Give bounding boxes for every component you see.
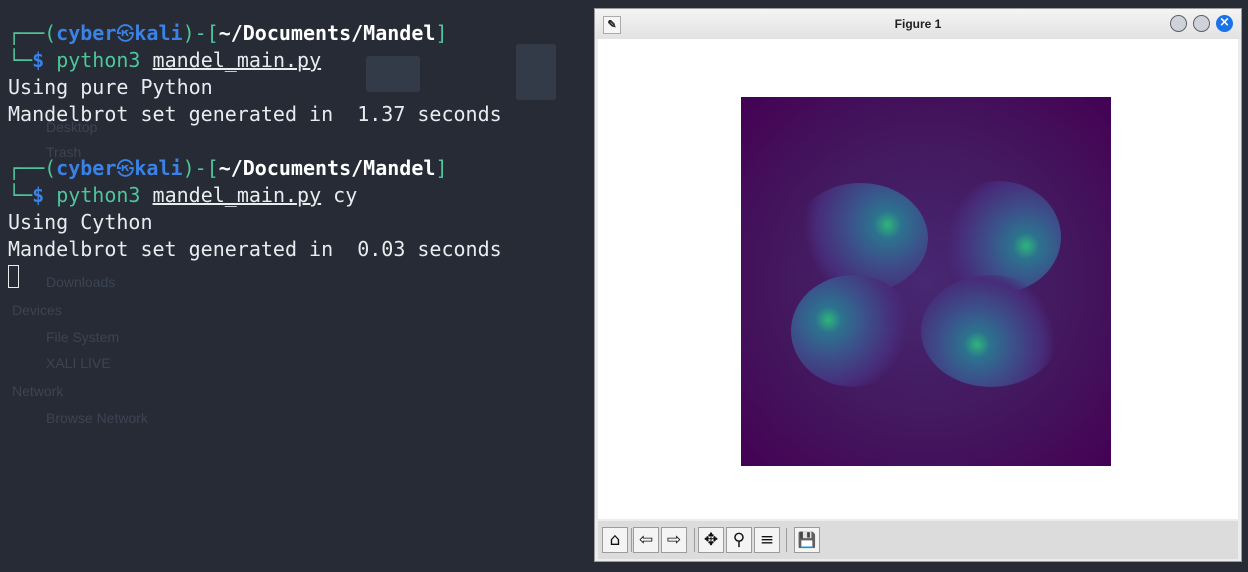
toolbar-separator [631,528,632,552]
input-line[interactable] [8,263,590,290]
kali-logo-icon: ㉿ [116,159,135,180]
output-line: Mandelbrot set generated in 1.37 seconds [8,102,502,126]
mandelbrot-image[interactable] [741,97,1111,466]
prompt-line: ┌──(cyber㉿kali)-[~/Documents/Mandel] [8,21,448,45]
back-arrow-icon[interactable]: ⇦ [633,527,659,553]
forward-arrow-icon[interactable]: ⇨ [661,527,687,553]
spiral-cluster [921,275,1061,387]
save-icon[interactable]: 💾 [794,527,820,553]
toolbar-separator [786,528,787,552]
minimize-button[interactable] [1170,15,1187,32]
command-line: └─$ python3 mandel_main.py [8,48,322,72]
command-line: └─$ python3 mandel_main.py cy [8,183,358,207]
spiral-cluster [791,275,916,387]
prompt-line: ┌──(cyber㉿kali)-[~/Documents/Mandel] [8,156,448,180]
terminal[interactable]: ┌──(cyber㉿kali)-[~/Documents/Mandel] └─$… [0,0,590,572]
figure-window[interactable]: ✎ Figure 1 × ⌂ ⇦ ⇨ ✥ ⚲ ≡ 💾 [594,8,1242,562]
output-line: Using Cython [8,210,153,234]
close-button[interactable]: × [1216,15,1233,32]
zoom-icon[interactable]: ⚲ [726,527,752,553]
output-line: Using pure Python [8,75,213,99]
figure-canvas[interactable] [598,39,1238,519]
text-cursor [8,265,19,288]
output-line: Mandelbrot set generated in 0.03 seconds [8,237,502,261]
navigation-toolbar: ⌂ ⇦ ⇨ ✥ ⚲ ≡ 💾 [598,521,1238,559]
window-title: Figure 1 [894,17,942,31]
home-icon[interactable]: ⌂ [602,527,628,553]
title-bar[interactable]: ✎ Figure 1 × [595,9,1241,39]
maximize-button[interactable] [1193,15,1210,32]
kali-logo-icon: ㉿ [116,24,135,45]
toolbar-separator [694,528,695,552]
configure-subplots-icon[interactable]: ≡ [754,527,780,553]
pan-icon[interactable]: ✥ [698,527,724,553]
